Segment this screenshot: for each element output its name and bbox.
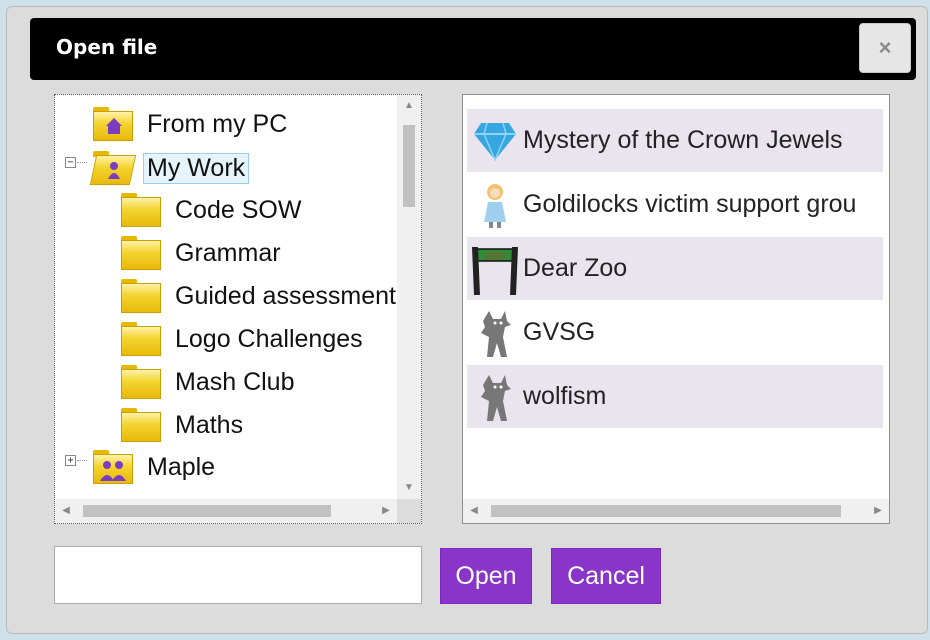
tree-item-label: Guided assessment [175,281,396,310]
list-horizontal-scrollbar[interactable]: ◀ ▶ [463,499,889,523]
tree-item-label: My Work [143,152,250,184]
expand-toggle[interactable]: + [65,455,76,466]
tree-connector [77,162,87,163]
home-folder-icon [93,107,133,141]
scroll-right-icon[interactable]: ▶ [867,499,889,523]
tree-item-grammar[interactable]: Grammar [121,234,285,272]
zoo-sign-icon: ZOO [467,241,523,297]
scroll-thumb[interactable] [83,505,331,517]
scroll-left-icon[interactable]: ◀ [55,499,77,523]
tree-item-label: Maths [175,410,244,439]
tree-item-label: Mash Club [175,367,295,396]
tree-item-from-my-pc[interactable]: From my PC [93,105,291,143]
scroll-thumb[interactable] [403,125,415,207]
scroll-thumb[interactable] [491,505,841,517]
tree-vertical-scrollbar[interactable]: ▲ ▼ [397,95,421,499]
file-label: Dear Zoo [523,254,628,282]
list-item-dear-zoo[interactable]: ZOO Dear Zoo [467,237,883,300]
close-icon: × [878,35,892,60]
list-item-mystery-of-the-crown-jewels[interactable]: Mystery of the Crown Jewels [467,109,883,172]
scroll-left-icon[interactable]: ◀ [463,499,485,523]
list-item-wolfism[interactable]: wolfism [467,365,883,428]
girl-icon [467,177,523,233]
tree-item-logo-challenges[interactable]: Logo Challenges [121,320,367,358]
close-button[interactable]: × [859,23,911,73]
folder-tree[interactable]: From my PC − My Work Code SOW Grammar Gu… [54,94,422,524]
diamond-icon [467,113,523,169]
open-user-folder-icon [89,151,137,185]
tree-item-code-sow[interactable]: Code SOW [121,191,305,229]
folder-icon [121,408,161,442]
filename-input[interactable] [54,546,422,604]
file-label: GVSG [523,318,596,346]
svg-text:ZOO: ZOO [485,252,505,262]
cancel-button[interactable]: Cancel [551,548,661,604]
tree-horizontal-scrollbar[interactable]: ◀ ▶ [55,499,397,523]
wolf-icon [467,369,523,425]
tree-item-label: Grammar [175,238,281,267]
folder-icon [121,322,161,356]
scroll-down-icon[interactable]: ▼ [397,477,421,499]
scroll-up-icon[interactable]: ▲ [397,95,421,117]
dialog-titlebar: Open file × [30,18,916,80]
file-label: Goldilocks victim support grou [523,190,857,218]
tree-item-label: From my PC [147,109,288,138]
folder-icon [121,279,161,313]
scroll-right-icon[interactable]: ▶ [375,499,397,523]
open-button[interactable]: Open [440,548,532,604]
tree-item-my-work[interactable]: My Work [89,149,250,187]
folder-icon [121,365,161,399]
tree-item-label: Logo Challenges [175,324,363,353]
tree-connector [77,460,87,461]
tree-item-label: Maple [147,452,216,481]
tree-item-guided-assessment[interactable]: Guided assessment [121,277,400,315]
wolf-icon [467,305,523,361]
folder-icon [121,193,161,227]
tree-item-maple[interactable]: Maple [93,448,219,486]
tree-item-label: Code SOW [175,195,302,224]
dialog-title: Open file [56,35,158,59]
tree-item-maths[interactable]: Maths [121,406,247,444]
list-item-gvsg[interactable]: GVSG [467,301,883,364]
list-item-goldilocks[interactable]: Goldilocks victim support grou [467,173,883,236]
file-label: wolfism [523,382,607,410]
group-folder-icon [93,450,133,484]
folder-icon [121,236,161,270]
file-list[interactable]: Mystery of the Crown Jewels Goldilocks v… [462,94,890,524]
tree-item-mash-club[interactable]: Mash Club [121,363,299,401]
scrollbar-corner [397,499,421,523]
file-label: Mystery of the Crown Jewels [523,126,843,154]
collapse-toggle[interactable]: − [65,157,76,168]
